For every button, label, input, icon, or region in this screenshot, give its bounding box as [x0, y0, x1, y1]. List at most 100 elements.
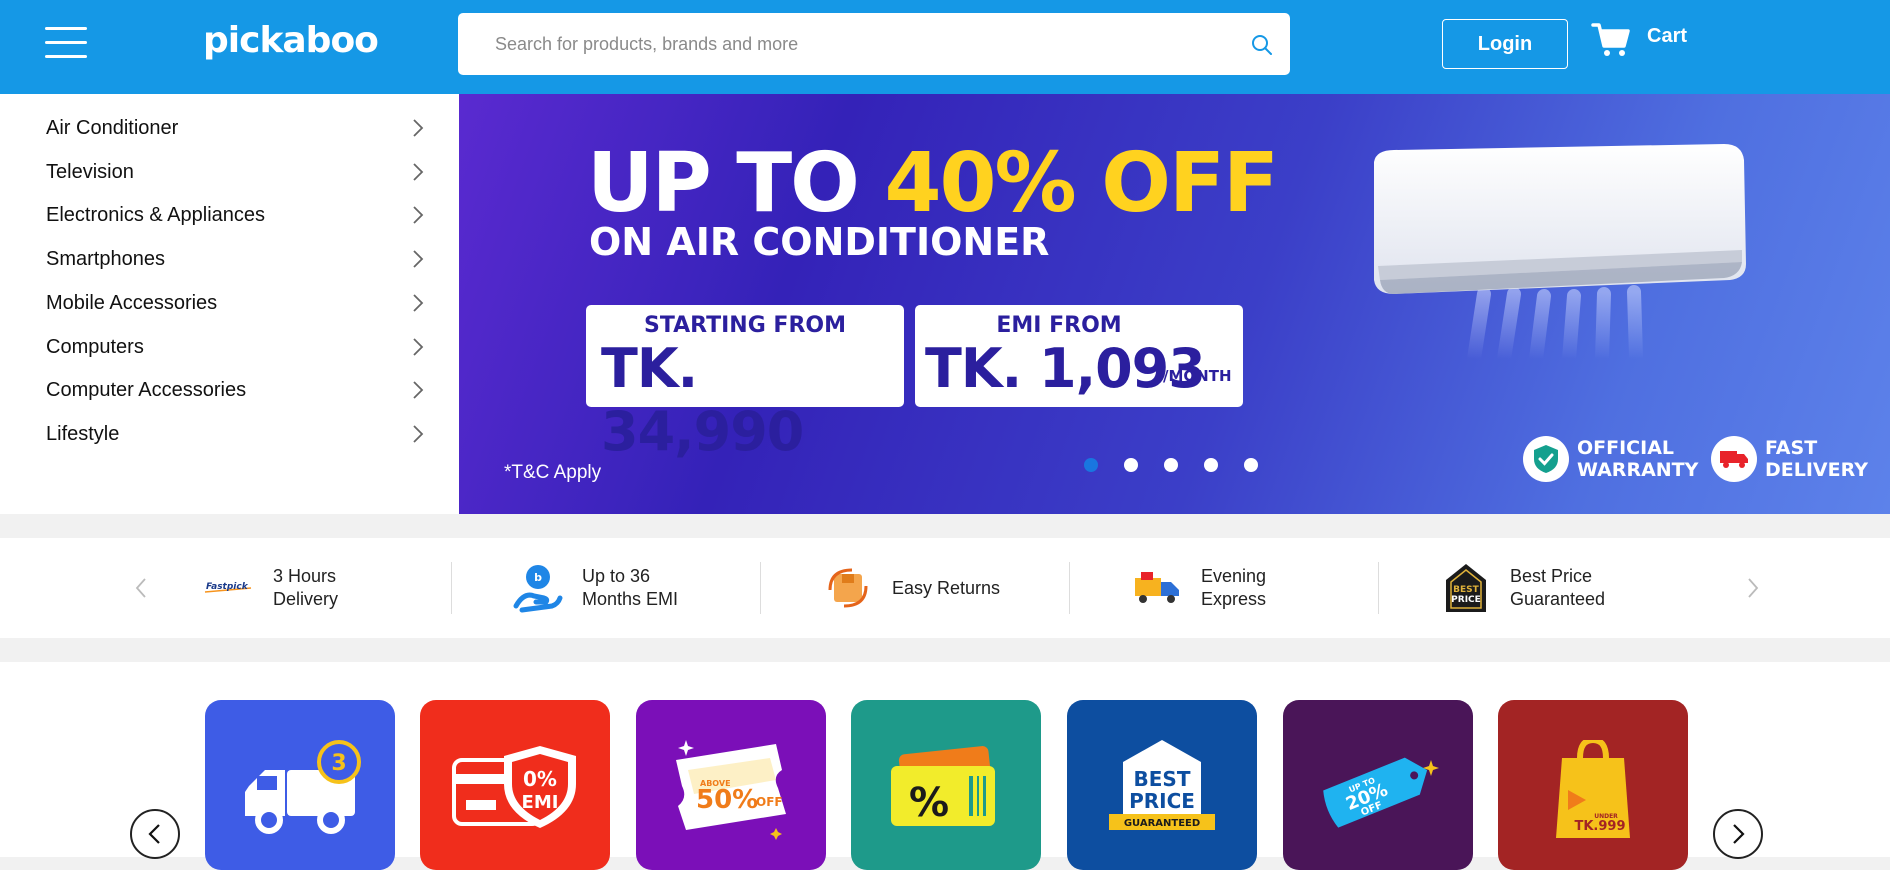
- chevron-left-icon[interactable]: [132, 576, 150, 600]
- feature-line2: Express: [1201, 589, 1267, 609]
- tile-text1: %: [909, 780, 949, 826]
- tile-text3: GUARANTEED: [1124, 818, 1200, 829]
- sidebar-item-computers[interactable]: Computers: [0, 325, 459, 369]
- carousel-dot[interactable]: [1124, 458, 1138, 472]
- sidebar-item-label: Air Conditioner: [46, 116, 179, 139]
- carousel-dot[interactable]: [1164, 458, 1178, 472]
- feature-emi[interactable]: b Up to 36 Months EMI: [512, 538, 678, 638]
- delivery-line2: DELIVERY: [1765, 459, 1868, 481]
- top-header: pickaboo Login Cart: [0, 0, 1890, 94]
- tile-percent-voucher[interactable]: %: [851, 700, 1041, 870]
- hamburger-menu-icon[interactable]: [45, 27, 87, 59]
- delivery-truck-icon: [1720, 451, 1748, 468]
- sidebar-item-label: Mobile Accessories: [46, 291, 218, 314]
- tile-text2: TK.999: [1574, 819, 1625, 834]
- search-icon[interactable]: [1250, 33, 1274, 57]
- search-bar: [458, 13, 1290, 75]
- fastpick-logo-text: Fastpick: [206, 582, 249, 592]
- chevron-right-icon: [413, 163, 424, 181]
- tile-three-hour-delivery[interactable]: 3: [205, 700, 395, 870]
- hero-banner[interactable]: UP TO 40% OFF ON AIR CONDITIONER STARTIN…: [459, 94, 1890, 514]
- shopping-bag-icon: UNDER TK.999: [1556, 740, 1630, 838]
- fast-delivery-badge: FAST DELIVERY: [1711, 436, 1868, 482]
- feature-fast-delivery[interactable]: Fastpick 3 Hours Delivery: [203, 538, 338, 638]
- chevron-right-icon: [413, 250, 424, 268]
- sidebar-item-electronics-appliances[interactable]: Electronics & Appliances: [0, 193, 459, 237]
- chevron-right-icon: [413, 338, 424, 356]
- search-input[interactable]: [458, 13, 1228, 75]
- banner-headline-highlight: 40% OFF: [884, 136, 1279, 231]
- divider: [1069, 562, 1070, 614]
- cart-button[interactable]: Cart: [1591, 22, 1687, 58]
- percent-voucher-icon: %: [891, 746, 995, 826]
- sidebar-item-mobile-accessories[interactable]: Mobile Accessories: [0, 281, 459, 325]
- best-price-icon: BEST PRICE: [1440, 562, 1492, 614]
- chevron-right-icon: [1733, 824, 1745, 844]
- sidebar-item-label: Lifestyle: [46, 422, 120, 445]
- feature-line2: Months EMI: [582, 589, 679, 609]
- warranty-line1: OFFICIAL: [1577, 437, 1675, 459]
- tiles-prev-button[interactable]: [130, 809, 180, 859]
- emi-price-unit: /MONTH: [1163, 367, 1232, 385]
- carousel-dot[interactable]: [1244, 458, 1258, 472]
- feature-line1: Best Price: [1510, 566, 1593, 586]
- feature-line2: Delivery: [273, 589, 339, 609]
- carousel-dot[interactable]: [1084, 458, 1098, 472]
- feature-best-price[interactable]: BEST PRICE Best Price Guaranteed: [1440, 538, 1605, 638]
- chevron-right-icon[interactable]: [1744, 576, 1762, 600]
- sidebar-item-label: Computers: [46, 335, 144, 358]
- cart-label: Cart: [1647, 24, 1688, 47]
- tile-zero-emi[interactable]: 0% EMI: [420, 700, 610, 870]
- feature-line1: Easy Returns: [892, 577, 1001, 598]
- banner-headline: UP TO 40% OFF: [587, 136, 1279, 231]
- starting-price-value: TK. 34,990: [601, 337, 804, 463]
- svg-text:PRICE: PRICE: [1451, 595, 1481, 605]
- sidebar-item-air-conditioner[interactable]: Air Conditioner: [0, 106, 459, 150]
- tile-text2: EMI: [522, 792, 559, 813]
- starting-price-label: STARTING FROM: [643, 313, 846, 338]
- tile-twenty-off[interactable]: UP TO 20% OFF: [1283, 700, 1473, 870]
- tiles-next-button[interactable]: [1713, 809, 1763, 859]
- sidebar-item-smartphones[interactable]: Smartphones: [0, 237, 459, 281]
- divider: [1378, 562, 1379, 614]
- tile-badge-text: 3: [331, 751, 346, 776]
- tile-under-999[interactable]: UNDER TK.999: [1498, 700, 1688, 870]
- emi-hand-icon: b: [512, 562, 564, 614]
- sidebar-item-label: Television: [46, 160, 134, 183]
- carousel-dot[interactable]: [1204, 458, 1218, 472]
- login-button[interactable]: Login: [1442, 19, 1568, 69]
- tile-text3: OFF: [756, 795, 783, 809]
- offer-tiles-section: 3 0% EMI ABOVE 50% OFF % BEST PRICE GUAR…: [0, 662, 1890, 870]
- official-warranty-badge: OFFICIAL WARRANTY: [1523, 436, 1698, 482]
- feature-line1: Evening: [1201, 566, 1267, 586]
- banner-subheadline: ON AIR CONDITIONER: [589, 220, 1050, 264]
- best-price-tag-icon: BEST PRICE GUARANTEED: [1109, 740, 1215, 830]
- feature-evening-express[interactable]: Evening Express: [1131, 538, 1266, 638]
- terms-note: *T&C Apply: [504, 462, 602, 483]
- chevron-right-icon: [413, 381, 424, 399]
- sidebar-item-label: Computer Accessories: [46, 378, 247, 401]
- feature-line1: Up to 36: [582, 566, 651, 586]
- svg-text:b: b: [534, 571, 542, 584]
- chevron-left-icon: [148, 824, 160, 844]
- delivery-line1: FAST: [1765, 437, 1818, 459]
- sidebar-item-television[interactable]: Television: [0, 150, 459, 194]
- tile-text2: 50%: [696, 785, 758, 815]
- tile-above-50-off[interactable]: ABOVE 50% OFF: [636, 700, 826, 870]
- feature-easy-returns[interactable]: Easy Returns: [822, 538, 1000, 638]
- ticket-icon: ABOVE 50% OFF: [676, 740, 786, 840]
- tile-best-price[interactable]: BEST PRICE GUARANTEED: [1067, 700, 1257, 870]
- sidebar-item-computer-accessories[interactable]: Computer Accessories: [0, 368, 459, 412]
- sidebar-item-label: Electronics & Appliances: [46, 203, 266, 226]
- cart-icon: [1591, 23, 1630, 56]
- chevron-right-icon: [413, 294, 424, 312]
- banner-headline-prefix: UP TO: [587, 136, 860, 231]
- category-sidebar: Air Conditioner Television Electronics &…: [0, 94, 459, 514]
- chevron-right-icon: [413, 119, 424, 137]
- carousel-dots: [1084, 458, 1284, 472]
- sidebar-item-lifestyle[interactable]: Lifestyle: [0, 412, 459, 456]
- site-logo[interactable]: pickaboo: [203, 20, 379, 61]
- chevron-right-icon: [413, 206, 424, 224]
- air-conditioner-image: [1374, 144, 1746, 364]
- warranty-line2: WARRANTY: [1577, 459, 1699, 481]
